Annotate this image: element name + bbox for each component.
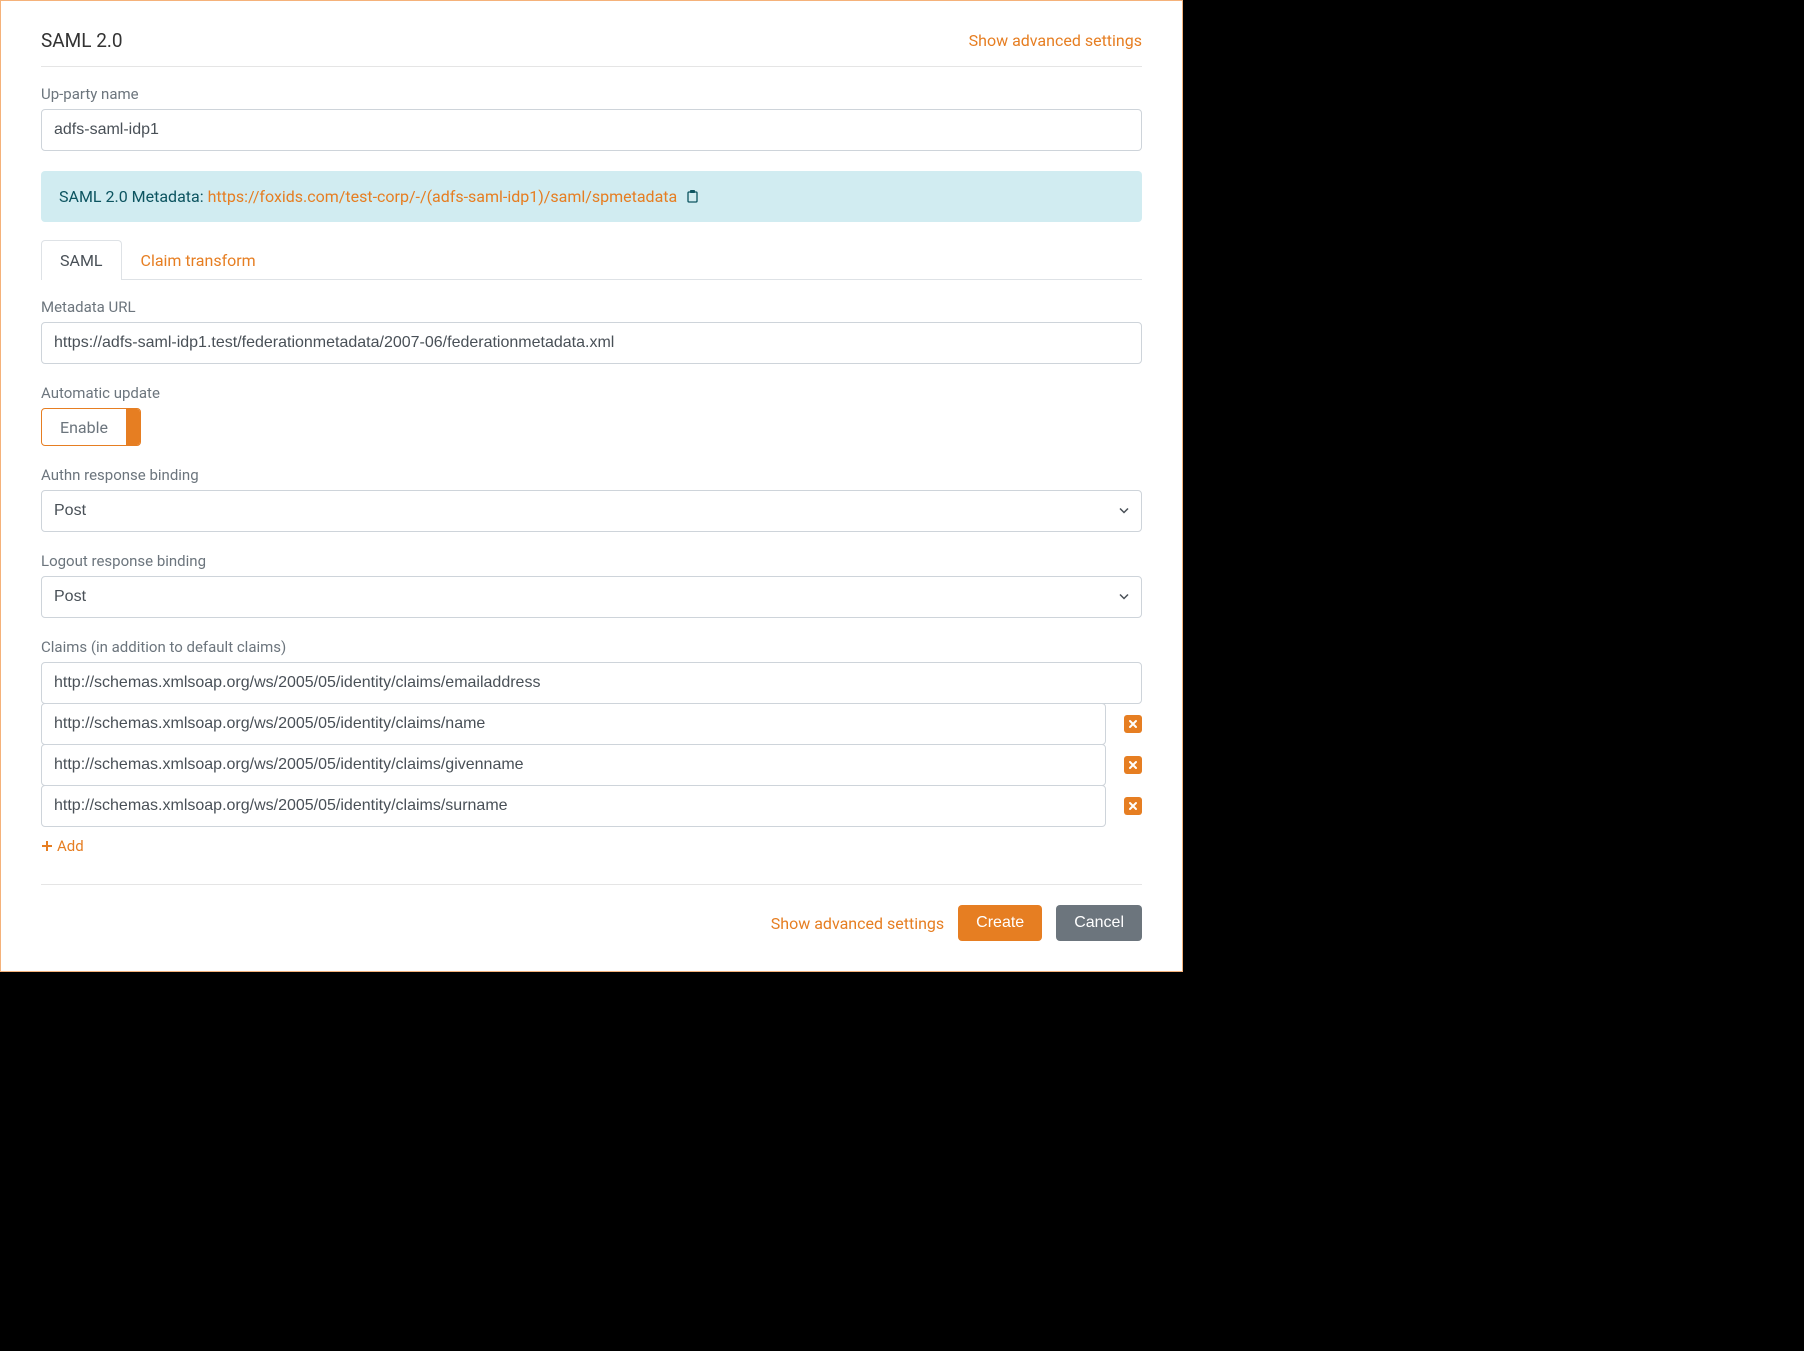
metadata-info-label: SAML 2.0 Metadata: [59, 187, 208, 206]
create-button[interactable]: Create [958, 905, 1042, 941]
plus-icon [41, 840, 53, 852]
logout-binding-label: Logout response binding [41, 552, 1142, 570]
claim-input-primary[interactable] [41, 662, 1142, 704]
panel-footer: Show advanced settings Create Cancel [41, 884, 1142, 941]
delete-claim-button[interactable] [1124, 797, 1142, 815]
tab-claim-transform[interactable]: Claim transform [122, 240, 275, 280]
cancel-button[interactable]: Cancel [1056, 905, 1142, 941]
claim-input[interactable] [41, 703, 1106, 745]
logout-binding-group: Logout response binding Post [41, 552, 1142, 618]
close-icon [1128, 801, 1138, 811]
claim-row [41, 744, 1142, 786]
claims-label: Claims (in addition to default claims) [41, 638, 1142, 656]
metadata-url-input[interactable] [41, 322, 1142, 364]
panel-title: SAML 2.0 [41, 29, 123, 52]
delete-claim-button[interactable] [1124, 756, 1142, 774]
claim-input[interactable] [41, 785, 1106, 827]
claim-input[interactable] [41, 744, 1106, 786]
show-advanced-link-bottom[interactable]: Show advanced settings [771, 914, 944, 933]
tab-saml[interactable]: SAML [41, 240, 122, 280]
logout-binding-select[interactable]: Post [41, 576, 1142, 618]
metadata-url-label: Metadata URL [41, 298, 1142, 316]
metadata-info-box: SAML 2.0 Metadata: https://foxids.com/te… [41, 171, 1142, 222]
panel-header: SAML 2.0 Show advanced settings [41, 29, 1142, 67]
claim-row [41, 785, 1142, 827]
automatic-update-label: Automatic update [41, 384, 1142, 402]
toggle-text: Enable [42, 409, 126, 445]
authn-binding-select[interactable]: Post [41, 490, 1142, 532]
add-claim-label: Add [57, 837, 84, 855]
saml-config-panel: SAML 2.0 Show advanced settings Up-party… [0, 0, 1183, 972]
show-advanced-link-top[interactable]: Show advanced settings [969, 31, 1142, 50]
clipboard-icon[interactable] [685, 188, 699, 202]
up-party-label: Up-party name [41, 85, 1142, 103]
metadata-url-link[interactable]: https://foxids.com/test-corp/-/(adfs-sam… [208, 187, 678, 206]
automatic-update-toggle[interactable]: Enable [41, 408, 141, 446]
tab-bar: SAML Claim transform [41, 240, 1142, 280]
delete-claim-button[interactable] [1124, 715, 1142, 733]
toggle-handle [126, 409, 140, 445]
automatic-update-group: Automatic update Enable [41, 384, 1142, 446]
claims-group: Claims (in addition to default claims) A… [41, 638, 1142, 856]
up-party-group: Up-party name [41, 85, 1142, 151]
claims-list [41, 703, 1142, 827]
add-claim-button[interactable]: Add [41, 837, 84, 855]
metadata-url-group: Metadata URL [41, 298, 1142, 364]
up-party-input[interactable] [41, 109, 1142, 151]
close-icon [1128, 760, 1138, 770]
authn-binding-label: Authn response binding [41, 466, 1142, 484]
close-icon [1128, 719, 1138, 729]
claim-row [41, 703, 1142, 745]
authn-binding-group: Authn response binding Post [41, 466, 1142, 532]
